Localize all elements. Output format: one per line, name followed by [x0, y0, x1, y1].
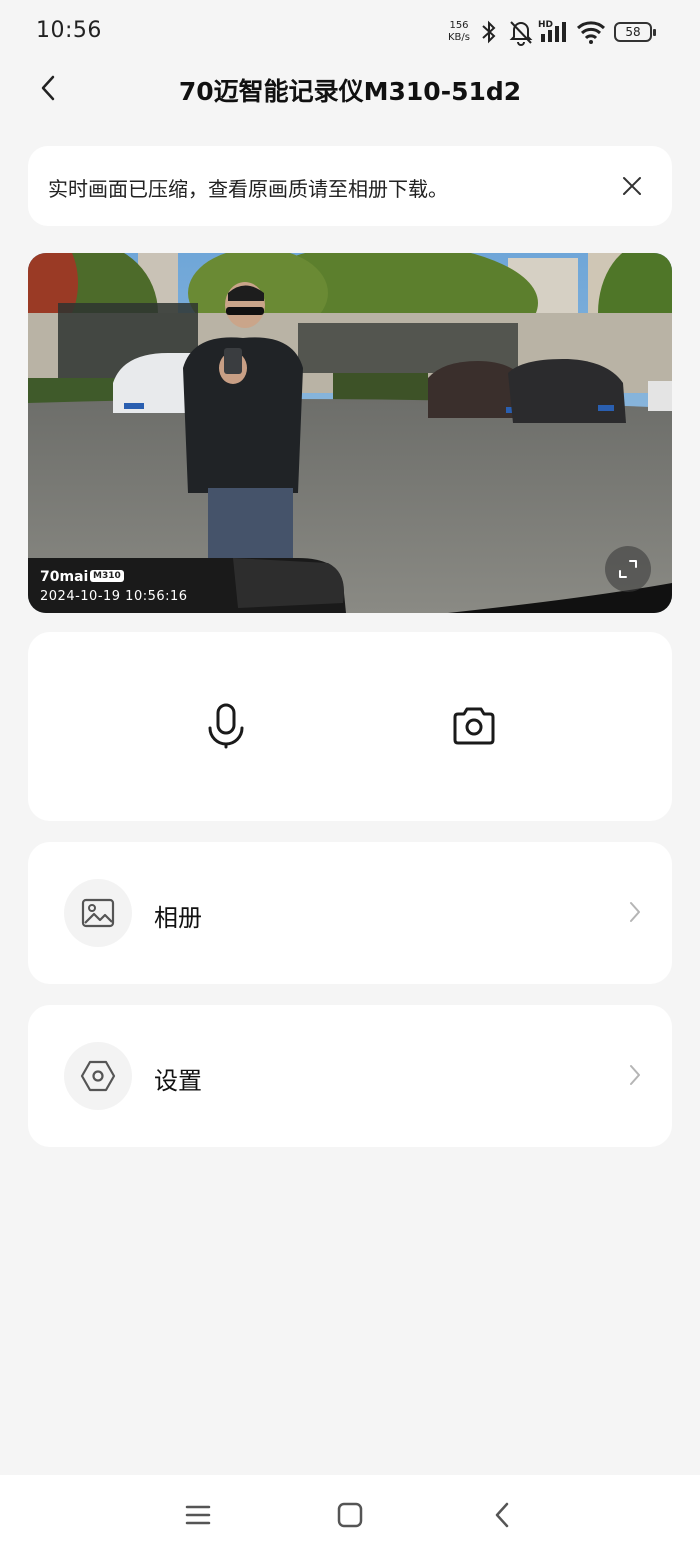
- system-nav-bar: [0, 1475, 700, 1555]
- chevron-left-icon: [41, 75, 55, 101]
- chevron-right-icon: [628, 900, 642, 928]
- home-square-icon: [337, 1502, 363, 1528]
- live-video-view[interactable]: 70mai M310 2024-10-19 10:56:16: [28, 253, 672, 613]
- video-timestamp: 2024-10-19 10:56:16: [40, 589, 188, 604]
- image-icon: [64, 879, 132, 947]
- fullscreen-button[interactable]: [605, 546, 651, 592]
- album-label: 相册: [154, 904, 202, 932]
- controls-panel: [28, 632, 672, 821]
- watermark-brand: 70mai: [40, 569, 89, 585]
- recents-button[interactable]: [178, 1497, 218, 1533]
- snapshot-button[interactable]: [448, 700, 500, 752]
- settings-entry[interactable]: 设置: [28, 1005, 672, 1147]
- battery-icon: 58: [614, 22, 656, 42]
- notice-close-button[interactable]: [618, 172, 646, 200]
- close-icon: [623, 177, 641, 195]
- camera-icon: [453, 707, 495, 745]
- status-bar: 10:56 156 KB/s HD 58: [0, 0, 700, 64]
- page-title: 70迈智能记录仪M310-51d2: [178, 77, 522, 106]
- chevron-right-icon: [628, 1063, 642, 1091]
- home-button[interactable]: [330, 1497, 370, 1533]
- net-speed-unit: KB/s: [448, 32, 470, 43]
- network-speed: 156 KB/s: [444, 20, 474, 44]
- album-entry[interactable]: 相册: [28, 842, 672, 984]
- fullscreen-icon: [619, 560, 637, 578]
- back-button[interactable]: [30, 70, 66, 106]
- notice-text: 实时画面已压缩，查看原画质请至相册下载。: [48, 177, 448, 201]
- settings-label: 设置: [154, 1067, 202, 1095]
- back-triangle-icon: [495, 1502, 509, 1528]
- microphone-icon: [208, 703, 244, 749]
- net-speed-value: 156: [449, 20, 469, 31]
- bell-off-icon: [508, 18, 534, 50]
- microphone-button[interactable]: [200, 700, 252, 752]
- wifi-icon: [576, 18, 606, 50]
- watermark-model: M310: [90, 570, 124, 582]
- settings-hexagon-icon: [64, 1042, 132, 1110]
- signal-icon: [540, 20, 570, 48]
- bluetooth-icon: [478, 18, 500, 50]
- menu-icon: [185, 1505, 211, 1525]
- status-time: 10:56: [36, 18, 102, 43]
- system-back-button[interactable]: [482, 1497, 522, 1533]
- compression-notice: 实时画面已压缩，查看原画质请至相册下载。: [28, 146, 672, 226]
- camera-feed-image: [28, 253, 672, 613]
